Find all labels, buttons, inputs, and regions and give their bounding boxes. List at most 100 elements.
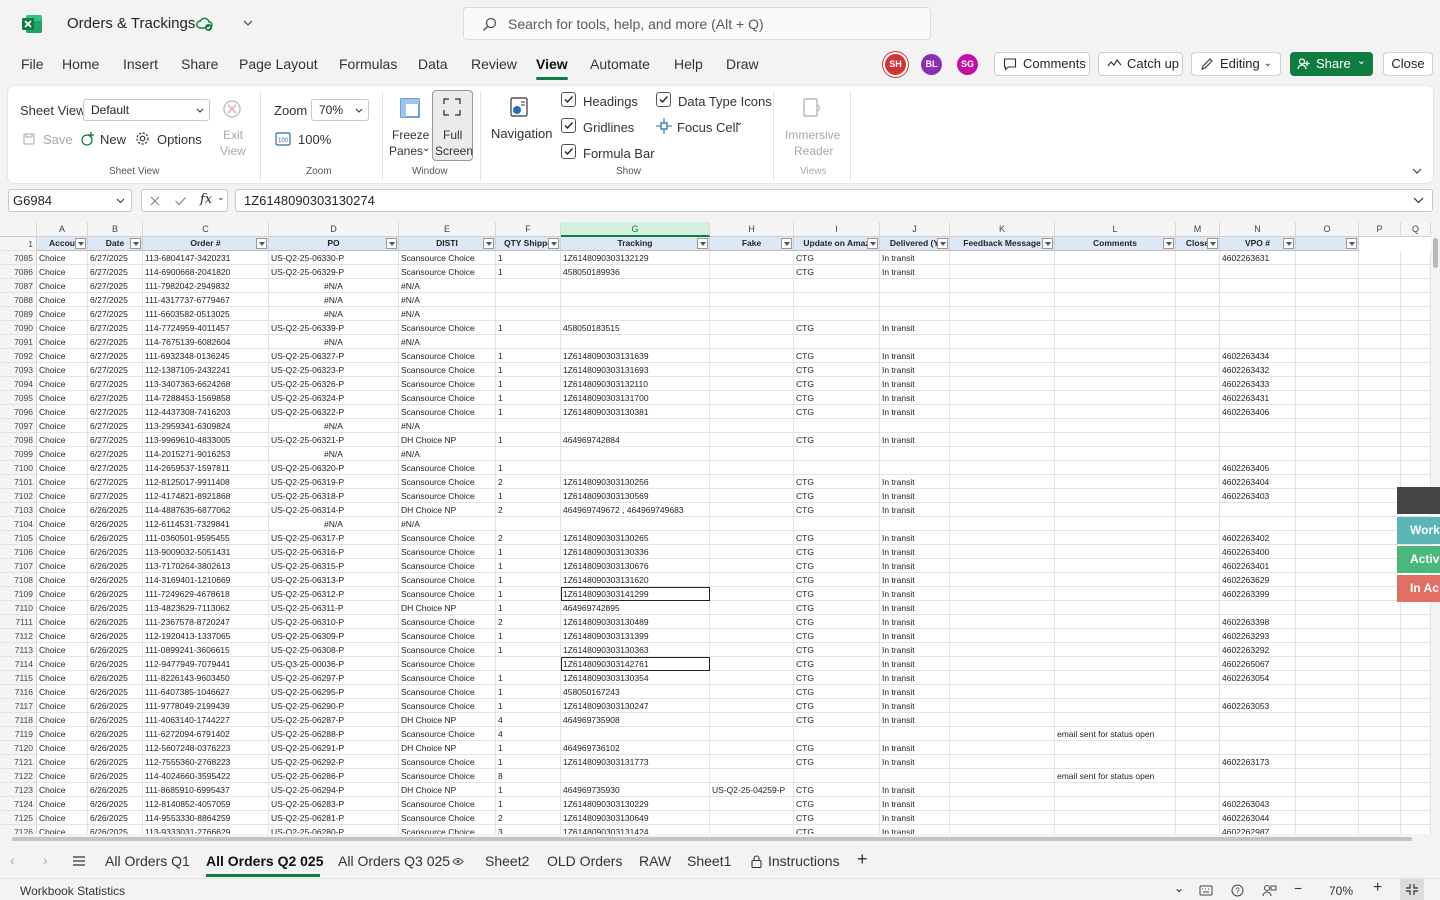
cell[interactable]	[1359, 377, 1401, 391]
cell[interactable]: 113-7170264-3802613	[143, 559, 269, 573]
cell[interactable]: Choice	[37, 573, 88, 587]
cell[interactable]	[1401, 279, 1431, 293]
cell[interactable]	[710, 671, 794, 685]
zoom-100-button[interactable]: 100%	[298, 132, 331, 147]
cell[interactable]: 1	[496, 797, 561, 811]
all-sheets-menu-icon[interactable]	[72, 855, 86, 867]
cell[interactable]: 1Z6148090303130381	[561, 405, 710, 419]
cell[interactable]: Scansource Choice	[399, 769, 496, 783]
cell[interactable]: In transit	[880, 503, 950, 517]
table-header-cell[interactable]: Comments	[1055, 237, 1176, 251]
cell[interactable]: CTG	[794, 531, 880, 545]
cell[interactable]	[950, 727, 1055, 741]
row-header[interactable]: 7108	[0, 573, 37, 587]
cell[interactable]	[1176, 783, 1220, 797]
cell[interactable]: CTG	[794, 433, 880, 447]
cell[interactable]	[1401, 293, 1431, 307]
cell[interactable]: Choice	[37, 615, 88, 629]
cell[interactable]: Scansource Choice	[399, 391, 496, 405]
cell[interactable]	[1401, 783, 1431, 797]
cell[interactable]	[950, 293, 1055, 307]
cell[interactable]: In transit	[880, 685, 950, 699]
cell[interactable]: CTG	[794, 797, 880, 811]
cell[interactable]: email sent for status open	[1055, 727, 1176, 741]
cell[interactable]: 1Z6148090303131399	[561, 629, 710, 643]
cell[interactable]	[1296, 363, 1359, 377]
cell[interactable]	[1296, 825, 1359, 834]
avatar[interactable]: SG	[957, 54, 978, 75]
cell[interactable]: US-Q2-25-06313-P	[269, 573, 399, 587]
cell[interactable]	[561, 307, 710, 321]
cell[interactable]: 111-8685910-6995437	[143, 783, 269, 797]
cell[interactable]	[1220, 447, 1296, 461]
cell[interactable]	[1176, 363, 1220, 377]
cell[interactable]: 1Z6148090303131639	[561, 349, 710, 363]
cell[interactable]	[496, 307, 561, 321]
cell[interactable]: In transit	[880, 811, 950, 825]
row-header[interactable]: 7094	[0, 377, 37, 391]
cell[interactable]	[1176, 573, 1220, 587]
side-card-inactive[interactable]: In Ac	[1397, 575, 1440, 602]
cell[interactable]: US-Q2-25-06339-P	[269, 321, 399, 335]
cell[interactable]	[950, 811, 1055, 825]
column-header-o[interactable]: O	[1296, 222, 1359, 237]
cell[interactable]: #N/A	[269, 307, 399, 321]
cell[interactable]	[794, 335, 880, 349]
cell[interactable]	[710, 517, 794, 531]
cell[interactable]: Choice	[37, 825, 88, 834]
cell[interactable]: 111-8226143-9603450	[143, 671, 269, 685]
cell[interactable]: CTG	[794, 377, 880, 391]
cell[interactable]: 114-7288453-1569858	[143, 391, 269, 405]
cell[interactable]	[710, 363, 794, 377]
cell[interactable]	[794, 279, 880, 293]
cell[interactable]: 111-6603582-0513025	[143, 307, 269, 321]
cell[interactable]: 3	[496, 825, 561, 834]
cell[interactable]	[1359, 433, 1401, 447]
cell[interactable]: Choice	[37, 475, 88, 489]
column-header-d[interactable]: D	[269, 222, 399, 237]
cell[interactable]	[561, 279, 710, 293]
cell[interactable]	[561, 447, 710, 461]
cell[interactable]: In transit	[880, 713, 950, 727]
cell[interactable]: 6/27/2025	[88, 391, 143, 405]
workbook-statistics[interactable]: Workbook Statistics	[20, 884, 125, 898]
cell[interactable]	[1296, 545, 1359, 559]
cell[interactable]	[1296, 475, 1359, 489]
cell[interactable]: 1Z6148090303130247	[561, 699, 710, 713]
cell[interactable]: 4602263292	[1220, 643, 1296, 657]
cell[interactable]	[1296, 727, 1359, 741]
cell[interactable]: 114-4887635-6877062	[143, 503, 269, 517]
cell[interactable]: 1Z6148090303130489	[561, 615, 710, 629]
cell[interactable]	[710, 601, 794, 615]
cell[interactable]	[710, 531, 794, 545]
cell[interactable]	[950, 601, 1055, 615]
cell[interactable]: In transit	[880, 489, 950, 503]
cell[interactable]	[710, 559, 794, 573]
cell[interactable]	[1296, 671, 1359, 685]
table-header-cell[interactable]: Delivered (Y	[880, 237, 950, 251]
cell[interactable]: 1	[496, 755, 561, 769]
sheet-tab-q3[interactable]: All Orders Q3 025	[338, 853, 450, 869]
cell[interactable]	[1176, 657, 1220, 671]
cell[interactable]	[1359, 657, 1401, 671]
cell[interactable]: 1Z6148090303130256	[561, 475, 710, 489]
cell[interactable]: #N/A	[399, 447, 496, 461]
options-button[interactable]: Options	[157, 132, 202, 147]
cell[interactable]: 1Z6148090303141299	[561, 587, 710, 601]
cell[interactable]	[710, 685, 794, 699]
catch-up-button[interactable]: Catch up	[1098, 52, 1183, 76]
data-type-icons-label[interactable]: Data Type Icons	[678, 94, 772, 109]
cell[interactable]	[1296, 461, 1359, 475]
cell[interactable]	[496, 279, 561, 293]
filter-dropdown-icon[interactable]	[75, 238, 86, 249]
zoom-select[interactable]: 70%	[311, 99, 369, 121]
cell[interactable]: In transit	[880, 531, 950, 545]
cell[interactable]: In transit	[880, 265, 950, 279]
cell[interactable]: Choice	[37, 797, 88, 811]
cell[interactable]: 111-6932348-0136245	[143, 349, 269, 363]
cell[interactable]: 6/26/2025	[88, 825, 143, 834]
cell[interactable]	[1359, 587, 1401, 601]
cell[interactable]: CTG	[794, 825, 880, 834]
sheet-tab-sheet1[interactable]: Sheet1	[687, 853, 731, 869]
cell[interactable]: 4602263431	[1220, 391, 1296, 405]
